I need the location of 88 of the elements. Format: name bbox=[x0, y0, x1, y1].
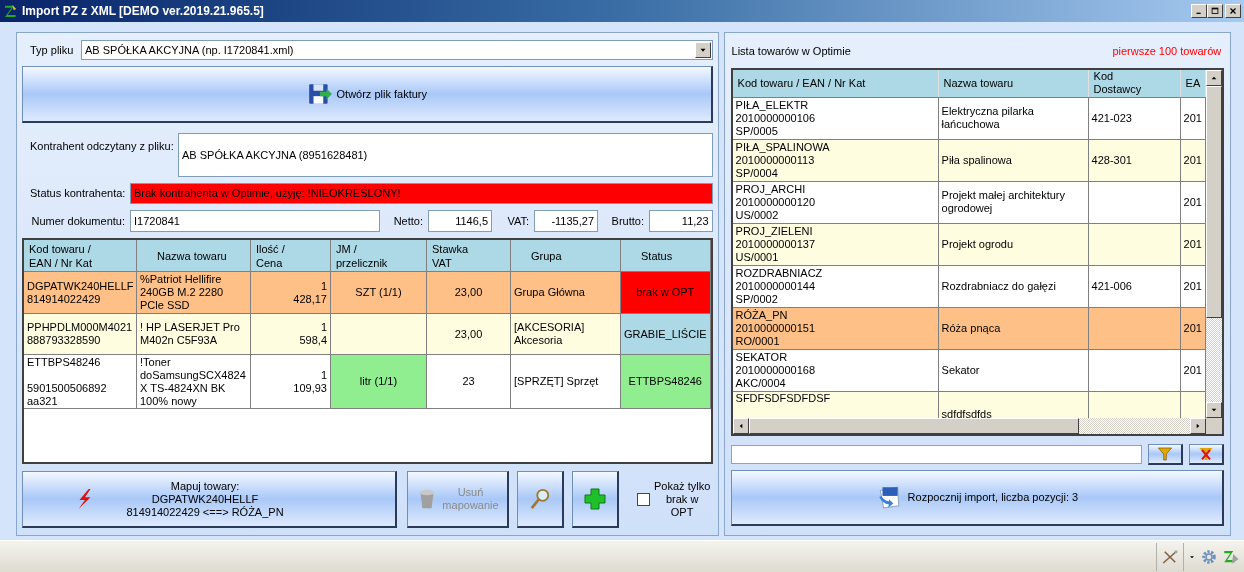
table-row[interactable]: PIŁA_SPALINOWA 2010000000113 SP/0004 Piła spalinowa 428-301 201 bbox=[732, 139, 1207, 182]
column-header[interactable]: Nazwa towaru bbox=[938, 69, 1089, 97]
table-row[interactable]: PIŁA_ELEKTR 2010000000106 SP/0005 Elektryczna pilarka łańcuchowa 421-023 201 bbox=[732, 97, 1207, 140]
column-header[interactable]: JM / przelicznik bbox=[331, 240, 427, 271]
field-label: Netto: bbox=[392, 213, 424, 229]
status-field: Brak kontrahenta w Optimie, użyję: !NIEOKREŚLONY! bbox=[130, 183, 713, 204]
remove-mapping-button: Usuń mapowanie bbox=[407, 471, 509, 528]
column-header[interactable]: Status bbox=[621, 240, 711, 271]
table-cell: 23,00 bbox=[427, 314, 511, 354]
column-header[interactable]: Nazwa towaru bbox=[137, 240, 251, 271]
floppy-disk-icon bbox=[306, 81, 333, 107]
panel-title: Lista towarów w Optimie bbox=[731, 43, 851, 59]
table-cell: 23,00 bbox=[427, 272, 511, 313]
table-cell: RÓŻA_PN 2010000000151 RO/0001 bbox=[732, 307, 939, 349]
contractor-field: AB SPÓŁKA AKCYJNA (8951628481) bbox=[178, 133, 713, 177]
table-cell: Elektryczna pilarka łańcuchowa bbox=[938, 97, 1089, 139]
table-cell: ETTBPS48246 5901500506892 aa321 bbox=[24, 355, 137, 408]
checkbox-label: Pokaż tylko brak w OPT bbox=[654, 480, 711, 519]
plus-icon bbox=[583, 487, 607, 511]
column-header[interactable]: Kod towaru / EAN / Nr Kat bbox=[24, 240, 137, 271]
table-cell: Projekt ogrodu bbox=[938, 223, 1089, 265]
funnel-icon bbox=[1157, 445, 1174, 462]
input-field[interactable]: 11,23 bbox=[649, 210, 713, 232]
table-row[interactable]: PPHPDLM000M4021 888793328590 ! HP LASERJET Pro M402n C5F93A 1 598,4 23,00 [AKCESORIA] Akcesoria GRABIE_LIŚCIE bbox=[24, 314, 711, 355]
app-icon bbox=[3, 3, 19, 19]
table-row[interactable]: SEKATOR 2010000000168 AKC/0004 Sekator 201 bbox=[732, 349, 1207, 392]
table-row[interactable]: SFDFSDFSDFDSF sdfdfsdfds bbox=[732, 391, 1207, 418]
table-row[interactable]: ETTBPS48246 5901500506892 aa321 !Toner doSamsungSCX4824 X TS-4824XN BK 100% nowy 1 109,93 litr (1/1) 23 [SPRZĘT] Sprzęt ETTBPS48246 bbox=[24, 355, 711, 409]
field-label: Brutto: bbox=[610, 213, 645, 229]
table-cell: 23 bbox=[427, 355, 511, 408]
field-label: Typ pliku bbox=[29, 42, 75, 58]
field-label: VAT: bbox=[506, 213, 530, 229]
tools-icon[interactable] bbox=[1161, 547, 1179, 566]
table-row[interactable]: RÓŻA_PN 2010000000151 RO/0001 Róża pnąca 201 bbox=[732, 307, 1207, 350]
table-cell: litr (1/1) bbox=[331, 355, 427, 408]
table-cell: ROZDRABNIACZ 2010000000144 SP/0002 bbox=[732, 265, 939, 307]
note-text: pierwsze 100 towarów bbox=[1112, 43, 1222, 59]
table-cell: brak w OPT bbox=[621, 272, 711, 313]
import-button[interactable]: Rozpocznij import, liczba pozycji: 3 bbox=[730, 469, 1225, 526]
column-header[interactable]: Kod towaru / EAN / Nr Kat bbox=[732, 69, 939, 97]
funnel-cross-icon bbox=[1198, 445, 1215, 462]
input-field[interactable]: -1135,27 bbox=[534, 210, 598, 232]
table-row[interactable]: PROJ_ZIELENI 2010000000137 US/0001 Projekt ogrodu 201 bbox=[732, 223, 1207, 266]
table-cell: %Patriot Hellifire 240GB M.2 2280 PCle SSD bbox=[137, 272, 251, 313]
table-cell: Rozdrabniacz do gałęzi bbox=[938, 265, 1089, 307]
column-header[interactable]: Kod Dostawcy bbox=[1088, 69, 1181, 97]
checkbox[interactable] bbox=[637, 493, 650, 506]
table-cell: PIŁA_ELEKTR 2010000000106 SP/0005 bbox=[732, 97, 939, 139]
table-cell: 428-301 bbox=[1088, 139, 1181, 181]
table-row[interactable]: PROJ_ARCHI 2010000000120 US/0002 Projekt małej architektury ogrodowej 201 bbox=[732, 181, 1207, 224]
window-title: Import PZ z XML [DEMO ver.2019.21.965.5] bbox=[22, 3, 264, 20]
table-cell: SZT (1/1) bbox=[331, 272, 427, 313]
clear-filter-button[interactable] bbox=[1189, 443, 1225, 465]
table-cell: 421-006 bbox=[1088, 265, 1181, 307]
filter-button[interactable] bbox=[1148, 443, 1184, 465]
table-cell: DGPATWK240HELLF 814914022429 bbox=[24, 272, 137, 313]
column-header[interactable]: Ilość / Cena bbox=[251, 240, 331, 271]
table-row[interactable]: ROZDRABNIACZ 2010000000144 SP/0002 Rozdrabniacz do gałęzi 421-006 201 bbox=[732, 265, 1207, 308]
table-cell: PROJ_ZIELENI 2010000000137 US/0001 bbox=[732, 223, 939, 265]
search-button[interactable] bbox=[517, 471, 564, 528]
vertical-scrollbar[interactable] bbox=[1206, 69, 1223, 418]
table-cell: 1 428,17 bbox=[251, 272, 331, 313]
table-cell: Róża pnąca bbox=[938, 307, 1089, 349]
table-cell: 1 598,4 bbox=[251, 314, 331, 354]
table-cell: Sekator bbox=[938, 349, 1089, 391]
field-label: Status kontrahenta: bbox=[29, 186, 127, 202]
table-cell: Projekt małej architektury ogrodowej bbox=[938, 181, 1089, 223]
column-header[interactable]: Grupa bbox=[511, 240, 621, 271]
table-cell: Piła spalinowa bbox=[938, 139, 1089, 181]
table-cell: GRABIE_LIŚCIE bbox=[621, 314, 711, 354]
map-button[interactable]: Mapuj towary: DGPATWK240HELLF 814914022429 <==> RÓŻA_PN bbox=[22, 471, 397, 528]
open-file-button[interactable]: Otwórz plik faktury bbox=[22, 66, 713, 123]
input-field[interactable]: 1146,5 bbox=[428, 210, 492, 232]
table-cell: PIŁA_SPALINOWA 2010000000113 SP/0004 bbox=[732, 139, 939, 181]
table-cell: PPHPDLM000M4021 888793328590 bbox=[24, 314, 137, 354]
file-type-dropdown[interactable]: AB SPÓŁKA AKCYJNA (np. I1720841.xml) bbox=[81, 40, 713, 60]
table-cell: ! HP LASERJET Pro M402n C5F93A bbox=[137, 314, 251, 354]
table-cell: 421-023 bbox=[1088, 97, 1181, 139]
column-header[interactable]: Stawka VAT bbox=[427, 240, 511, 271]
input-field[interactable]: I1720841 bbox=[130, 210, 380, 232]
field-label: Kontrahent odczytany z pliku: bbox=[29, 139, 175, 154]
field-label: Numer dokumentu: bbox=[30, 213, 126, 229]
table-cell: !Toner doSamsungSCX4824 X TS-4824XN BK 100% nowy bbox=[137, 355, 251, 408]
table-cell: ETTBPS48246 bbox=[621, 355, 711, 408]
filter-field[interactable] bbox=[730, 444, 1143, 464]
add-button[interactable] bbox=[572, 471, 619, 528]
table-cell: SEKATOR 2010000000168 AKC/0004 bbox=[732, 349, 939, 391]
table-cell: PROJ_ARCHI 2010000000120 US/0002 bbox=[732, 181, 939, 223]
